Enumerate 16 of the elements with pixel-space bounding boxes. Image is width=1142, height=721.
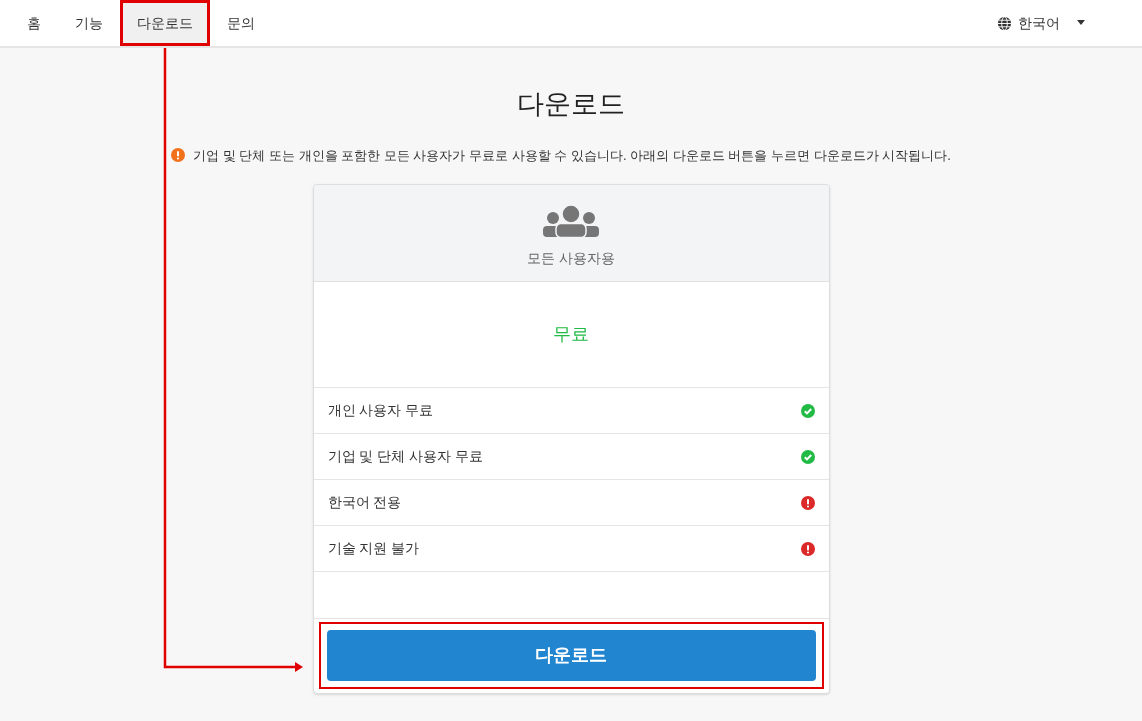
feature-label: 한국어 전용 — [327, 493, 402, 512]
feature-label: 기업 및 단체 사용자 무료 — [327, 447, 484, 466]
feature-label: 개인 사용자 무료 — [327, 401, 434, 420]
price-text: 무료 — [553, 323, 589, 346]
plan-name: 모든 사용자용 — [527, 249, 615, 268]
warning-icon — [171, 148, 186, 163]
users-icon — [543, 205, 599, 238]
language-selector[interactable]: 한국어 — [997, 0, 1086, 46]
language-label: 한국어 — [1018, 13, 1060, 33]
globe-icon — [997, 15, 1012, 31]
page-title: 다운로드 — [517, 88, 625, 121]
feature-label: 기술 지원 불가 — [327, 539, 420, 558]
notice-text: 기업 및 단체 또는 개인을 포함한 모든 사용자가 무료로 사용할 수 있습니다. 아래의 다운로드 버튼을 누르면 다운로드가 시작됩니다. — [193, 146, 951, 165]
caret-icon — [1076, 20, 1086, 26]
download-button[interactable]: 다운로드 — [326, 630, 816, 681]
nav-tab[interactable]: 다운로드 — [120, 0, 210, 46]
